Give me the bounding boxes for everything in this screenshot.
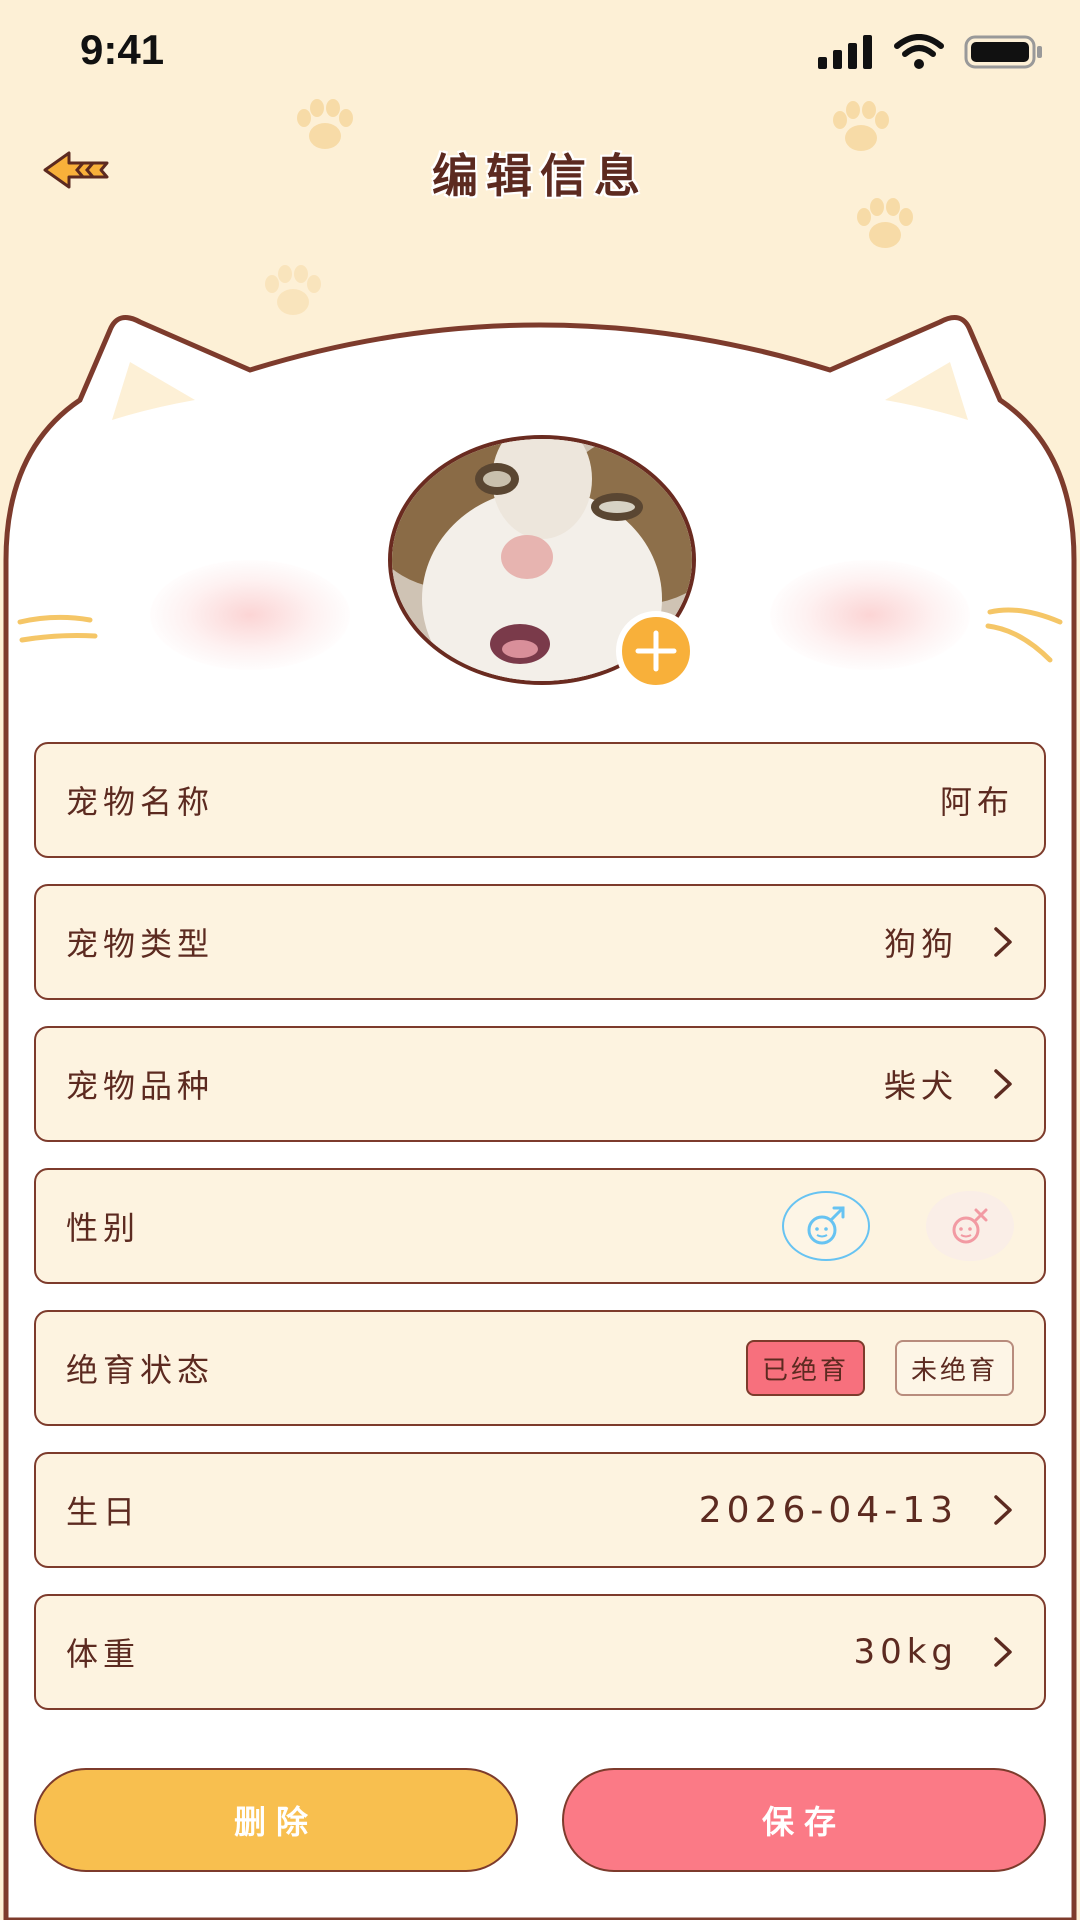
birthday-label: 生日	[66, 1493, 141, 1531]
right-cheek-blush	[770, 560, 970, 670]
female-icon	[952, 1208, 988, 1244]
signal-icon	[818, 35, 872, 69]
chevron-right-icon	[994, 1069, 1012, 1099]
female-option[interactable]	[926, 1191, 1014, 1261]
neutered-option[interactable]: 已绝育	[745, 1340, 865, 1396]
gender-field: 性别	[34, 1168, 1046, 1284]
chevron-right-icon	[994, 1495, 1012, 1525]
weight-label: 体重	[66, 1635, 141, 1673]
pet-breed-right: 柴犬	[884, 1061, 1014, 1107]
plus-icon	[635, 630, 677, 672]
pet-avatar-container[interactable]	[388, 435, 698, 691]
birthday-right: 2026-04-13	[699, 1490, 1014, 1531]
pet-breed-field[interactable]: 宠物品种 柴犬	[34, 1026, 1046, 1142]
gender-options	[782, 1191, 1014, 1261]
male-option[interactable]	[782, 1191, 870, 1261]
gender-label: 性别	[66, 1209, 141, 1247]
pet-name-label: 宠物名称	[66, 783, 215, 821]
weight-field[interactable]: 体重 30kg	[34, 1594, 1046, 1710]
pet-info-form: 宠物名称 阿布 宠物类型 狗狗 宠物品种 柴犬 性别 绝育状态 已绝育 未绝育 …	[34, 742, 1046, 1736]
pet-name-value[interactable]: 阿布	[940, 777, 1014, 823]
status-bar: 9:41	[0, 0, 1080, 100]
page-title: 编辑信息	[432, 149, 648, 203]
chevron-right-icon	[994, 1637, 1012, 1667]
save-button[interactable]: 保存	[562, 1768, 1046, 1872]
chevron-right-icon	[994, 927, 1012, 957]
pet-name-right: 阿布	[940, 777, 1014, 823]
birthday-value: 2026-04-13	[698, 1489, 958, 1531]
left-cheek-blush	[150, 560, 350, 670]
pet-type-field[interactable]: 宠物类型 狗狗	[34, 884, 1046, 1000]
male-icon	[807, 1206, 845, 1245]
neuter-options: 已绝育 未绝育	[745, 1340, 1014, 1396]
weight-value: 30kg	[853, 1632, 958, 1672]
weight-right: 30kg	[853, 1632, 1014, 1672]
pet-type-label: 宠物类型	[66, 925, 215, 963]
pet-breed-label: 宠物品种	[66, 1067, 215, 1105]
delete-button[interactable]: 删除	[34, 1768, 518, 1872]
battery-icon	[964, 35, 1042, 69]
pet-type-value: 狗狗	[883, 925, 958, 963]
birthday-field[interactable]: 生日 2026-04-13	[34, 1452, 1046, 1568]
pet-breed-value: 柴犬	[883, 1067, 958, 1105]
status-time: 9:41	[80, 26, 165, 73]
not-neutered-option[interactable]: 未绝育	[894, 1340, 1014, 1396]
neuter-status-field: 绝育状态 已绝育 未绝育	[34, 1310, 1046, 1426]
add-photo-button[interactable]	[616, 611, 696, 691]
pet-name-field[interactable]: 宠物名称 阿布	[34, 742, 1046, 858]
edit-pet-screen: 9:41 编辑信息 宠物名称 阿布 宠物类型 狗狗 宠物品种 柴犬 性别 绝育状…	[0, 0, 1080, 1920]
wifi-icon	[894, 34, 944, 69]
status-icons	[818, 30, 1044, 74]
neuter-status-label: 绝育状态	[66, 1351, 215, 1389]
pet-type-right: 狗狗	[884, 919, 1014, 965]
